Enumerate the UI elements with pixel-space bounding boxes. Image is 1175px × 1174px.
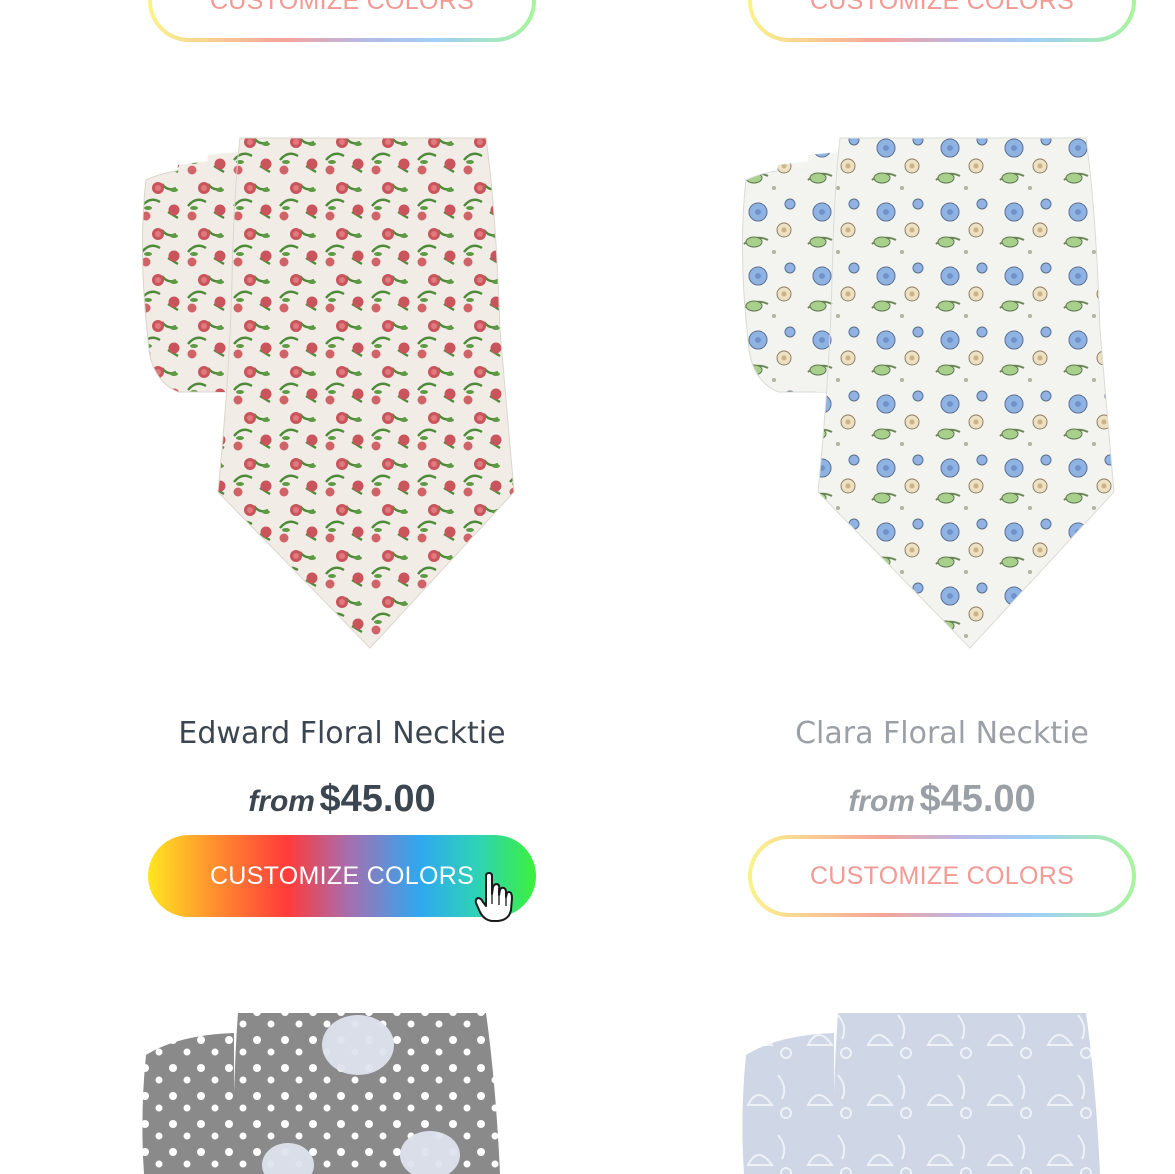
edward-floral-necktie-image[interactable] [138, 130, 538, 660]
product-title-clara[interactable]: Clara Floral Necktie [732, 716, 1152, 751]
customize-colors-button-clara[interactable]: CUSTOMIZE COLORS [748, 835, 1136, 917]
customize-colors-label: CUSTOMIZE COLORS [752, 839, 1132, 913]
customize-colors-button-top-left[interactable]: CUSTOMIZE COLORS [148, 0, 536, 42]
customize-colors-label: CUSTOMIZE COLORS [752, 0, 1132, 38]
seashell-necktie-image[interactable] [738, 1005, 1138, 1174]
product-title-edward[interactable]: Edward Floral Necktie [132, 716, 552, 751]
gray-dotted-floral-necktie-image[interactable] [138, 1005, 538, 1174]
customize-colors-button-top-right[interactable]: CUSTOMIZE COLORS [748, 0, 1136, 42]
price-amount: $45.00 [319, 778, 436, 820]
price-prefix: from [848, 785, 915, 818]
product-price-edward: from $45.00 [132, 778, 552, 821]
price-amount: $45.00 [919, 778, 1036, 820]
product-price-clara: from $45.00 [732, 778, 1152, 821]
hand-pointer-cursor-icon [474, 872, 513, 922]
price-prefix: from [248, 785, 315, 818]
clara-floral-necktie-image[interactable] [738, 130, 1138, 660]
customize-colors-label: CUSTOMIZE COLORS [152, 0, 532, 38]
